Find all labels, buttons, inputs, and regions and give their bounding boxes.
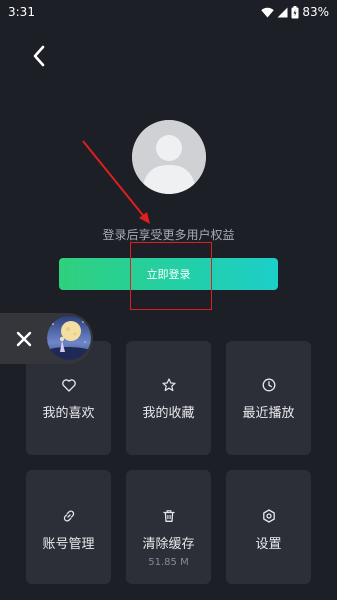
account-management-tile[interactable]: 账号管理 (26, 470, 111, 584)
night-moon-artwork-image (47, 316, 91, 360)
profile-avatar[interactable] (132, 120, 206, 194)
heart-icon (61, 377, 76, 393)
wifi-icon (261, 7, 275, 17)
my-collection-tile[interactable]: 我的收藏 (126, 341, 211, 455)
chevron-left-icon (33, 45, 45, 67)
settings-tile[interactable]: 设置 (226, 470, 311, 584)
login-button[interactable]: 立即登录 (59, 258, 278, 290)
mini-player-avatar[interactable] (47, 316, 91, 360)
status-indicators: 83% (261, 5, 329, 19)
star-icon (161, 377, 176, 393)
battery-percentage: 83% (302, 5, 329, 19)
recent-play-tile[interactable]: 最近播放 (226, 341, 311, 455)
link-icon (62, 508, 76, 524)
my-favorites-label: 我的喜欢 (42, 406, 95, 421)
login-tip-text: 登录后享受更多用户权益 (102, 228, 235, 242)
trash-icon (162, 508, 176, 524)
close-icon (16, 331, 32, 347)
signal-icon (277, 7, 288, 17)
close-button[interactable] (10, 325, 38, 353)
account-management-label: 账号管理 (42, 537, 95, 552)
settings-label: 设置 (255, 537, 282, 552)
gear-icon (262, 508, 276, 524)
cache-size-value: 51.85 M (148, 557, 189, 568)
status-bar: 3:31 83% (0, 0, 337, 24)
clock-icon (262, 377, 276, 393)
my-collection-label: 我的收藏 (142, 406, 195, 421)
default-user-avatar-icon (132, 120, 206, 194)
status-time: 3:31 (8, 5, 35, 19)
recent-play-label: 最近播放 (242, 406, 295, 421)
back-button[interactable] (26, 42, 52, 70)
clear-cache-tile[interactable]: 清除缓存 51.85 M (126, 470, 211, 584)
battery-icon (291, 5, 299, 18)
clear-cache-label: 清除缓存 (142, 537, 195, 552)
